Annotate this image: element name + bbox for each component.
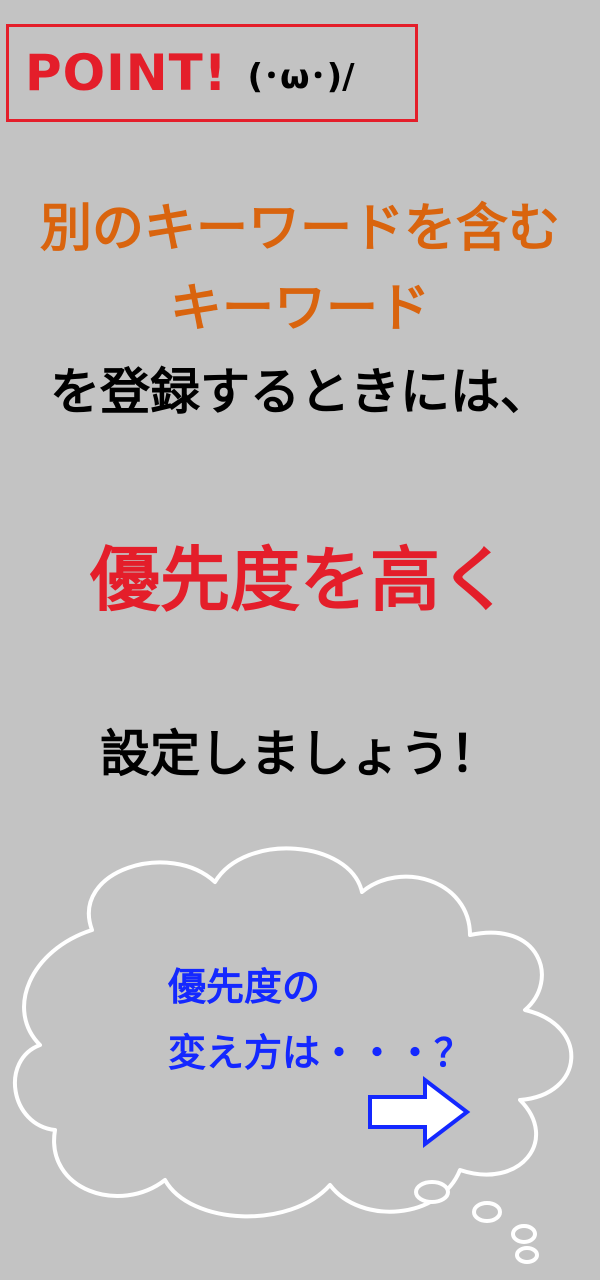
headline-line-3: を登録するときには、	[50, 363, 550, 421]
cloud-bubble-2	[472, 1201, 502, 1223]
emphasis-text: 優先度を高く	[90, 539, 510, 621]
cloud-bubble-1	[414, 1180, 450, 1204]
cloud-text-line-2: 変え方は・・・？	[168, 1031, 473, 1075]
point-emoticon: (･ω･)/	[247, 56, 355, 97]
cloud-bubble-3	[511, 1224, 537, 1244]
headline-line-2: キーワード	[169, 279, 430, 339]
point-box: POINT! (･ω･)/	[6, 24, 418, 122]
cloud-text-line-1: 優先度の	[168, 965, 321, 1009]
headline-line-1: 別のキーワードを含む	[39, 199, 560, 259]
point-label: POINT!	[25, 44, 228, 102]
cloud-bubble-4	[515, 1246, 539, 1264]
closing-text: 設定しましょう！	[100, 725, 500, 783]
